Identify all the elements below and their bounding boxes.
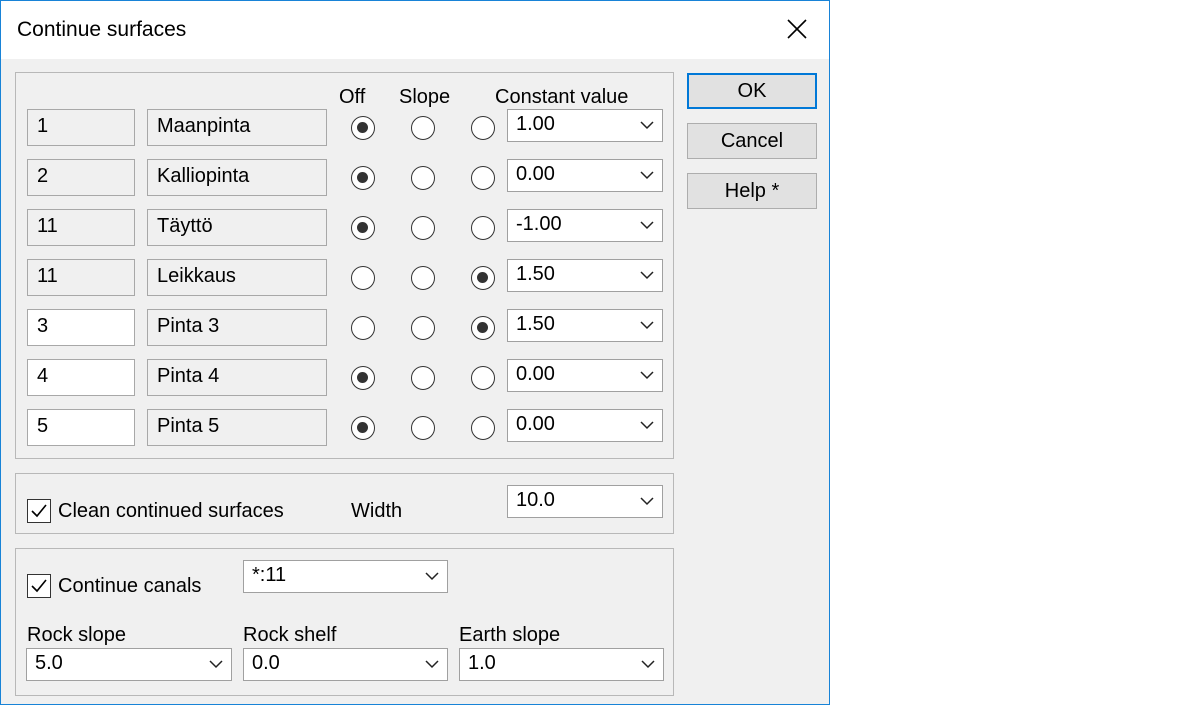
constant-value-combo[interactable]: 1.50 (507, 259, 663, 292)
chevron-down-icon (425, 572, 439, 581)
constant-value-combo[interactable]: 1.50 (507, 309, 663, 342)
chevron-down-icon (640, 497, 654, 506)
canals-checkbox[interactable] (27, 574, 51, 598)
radio-slope[interactable] (411, 366, 435, 390)
close-button[interactable] (779, 13, 815, 47)
constant-value: 1.00 (516, 113, 555, 135)
surface-id-field: 11 (27, 259, 135, 296)
chevron-down-icon (640, 371, 654, 380)
radio-slope[interactable] (411, 416, 435, 440)
constant-value-combo[interactable]: 0.00 (507, 159, 663, 192)
earth-slope-label: Earth slope (459, 624, 561, 646)
radio-off[interactable] (351, 216, 375, 240)
clean-label: Clean continued surfaces (58, 500, 284, 522)
radio-constant[interactable] (471, 316, 495, 340)
radio-slope[interactable] (411, 116, 435, 140)
radio-off[interactable] (351, 116, 375, 140)
header-off: Off (339, 86, 366, 108)
radio-slope[interactable] (411, 266, 435, 290)
radio-off[interactable] (351, 316, 375, 340)
help-button[interactable]: Help * (687, 173, 817, 209)
rock-shelf-combo[interactable]: 0.0 (243, 648, 448, 681)
surface-id-field[interactable]: 3 (27, 309, 135, 346)
rock-slope-value: 5.0 (35, 652, 63, 674)
radio-constant[interactable] (471, 266, 495, 290)
surface-name-field: Täyttö (147, 209, 327, 246)
rock-shelf-label: Rock shelf (243, 624, 337, 646)
constant-value-combo[interactable]: -1.00 (507, 209, 663, 242)
clean-group: Clean continued surfaces Width 10.0 (15, 473, 674, 534)
header-slope: Slope (399, 86, 451, 108)
chevron-down-icon (425, 660, 439, 669)
surface-name-field: Pinta 3 (147, 309, 327, 346)
continue-surfaces-dialog: Continue surfaces Off Slope Constant val… (0, 0, 830, 705)
constant-value: 1.50 (516, 313, 555, 335)
radio-slope[interactable] (411, 316, 435, 340)
chevron-down-icon (209, 660, 223, 669)
constant-value: 0.00 (516, 413, 555, 435)
surface-name-field: Maanpinta (147, 109, 327, 146)
radio-off[interactable] (351, 416, 375, 440)
checkmark-icon (31, 504, 47, 518)
header-constant-value: Constant value (495, 86, 629, 108)
chevron-down-icon (640, 421, 654, 430)
surfaces-group: Off Slope Constant value 1 Maanpinta 1.00 2… (15, 72, 674, 459)
cancel-button[interactable]: Cancel (687, 123, 817, 159)
constant-value: 0.00 (516, 163, 555, 185)
surface-name-field: Pinta 5 (147, 409, 327, 446)
radio-constant[interactable] (471, 366, 495, 390)
earth-slope-value: 1.0 (468, 652, 496, 674)
rock-slope-combo[interactable]: 5.0 (26, 648, 232, 681)
constant-value-combo[interactable]: 1.00 (507, 109, 663, 142)
surface-id-field[interactable]: 5 (27, 409, 135, 446)
surface-id-field[interactable]: 4 (27, 359, 135, 396)
constant-value: -1.00 (516, 213, 562, 235)
chevron-down-icon (640, 271, 654, 280)
radio-constant[interactable] (471, 216, 495, 240)
constant-value: 1.50 (516, 263, 555, 285)
dialog-title: Continue surfaces (17, 18, 187, 41)
width-label: Width (351, 500, 403, 522)
width-value: 10.0 (516, 489, 555, 511)
radio-slope[interactable] (411, 216, 435, 240)
surface-id-field: 11 (27, 209, 135, 246)
radio-off[interactable] (351, 366, 375, 390)
canal-filter-value: *:11 (252, 564, 287, 586)
title-bar: Continue surfaces (1, 1, 829, 59)
radio-off[interactable] (351, 166, 375, 190)
rock-slope-label: Rock slope (27, 624, 126, 646)
chevron-down-icon (640, 171, 654, 180)
canals-group: Continue canals *:11 Rock slope 5.0 Rock… (15, 548, 674, 696)
canal-filter-combo[interactable]: *:11 (243, 560, 448, 593)
rock-shelf-value: 0.0 (252, 652, 280, 674)
surface-id-field: 1 (27, 109, 135, 146)
chevron-down-icon (640, 321, 654, 330)
checkmark-icon (31, 579, 47, 593)
constant-value: 0.00 (516, 363, 555, 385)
surface-id-field: 2 (27, 159, 135, 196)
clean-checkbox[interactable] (27, 499, 51, 523)
width-combo[interactable]: 10.0 (507, 485, 663, 518)
canals-label: Continue canals (58, 575, 202, 597)
radio-constant[interactable] (471, 166, 495, 190)
surface-name-field: Leikkaus (147, 259, 327, 296)
radio-constant[interactable] (471, 116, 495, 140)
ok-button[interactable]: OK (687, 73, 817, 109)
close-icon (787, 19, 807, 39)
constant-value-combo[interactable]: 0.00 (507, 409, 663, 442)
radio-slope[interactable] (411, 166, 435, 190)
radio-off[interactable] (351, 266, 375, 290)
constant-value-combo[interactable]: 0.00 (507, 359, 663, 392)
radio-constant[interactable] (471, 416, 495, 440)
surface-name-field: Kalliopinta (147, 159, 327, 196)
chevron-down-icon (640, 121, 654, 130)
earth-slope-combo[interactable]: 1.0 (459, 648, 664, 681)
surface-name-field: Pinta 4 (147, 359, 327, 396)
chevron-down-icon (640, 221, 654, 230)
chevron-down-icon (641, 660, 655, 669)
